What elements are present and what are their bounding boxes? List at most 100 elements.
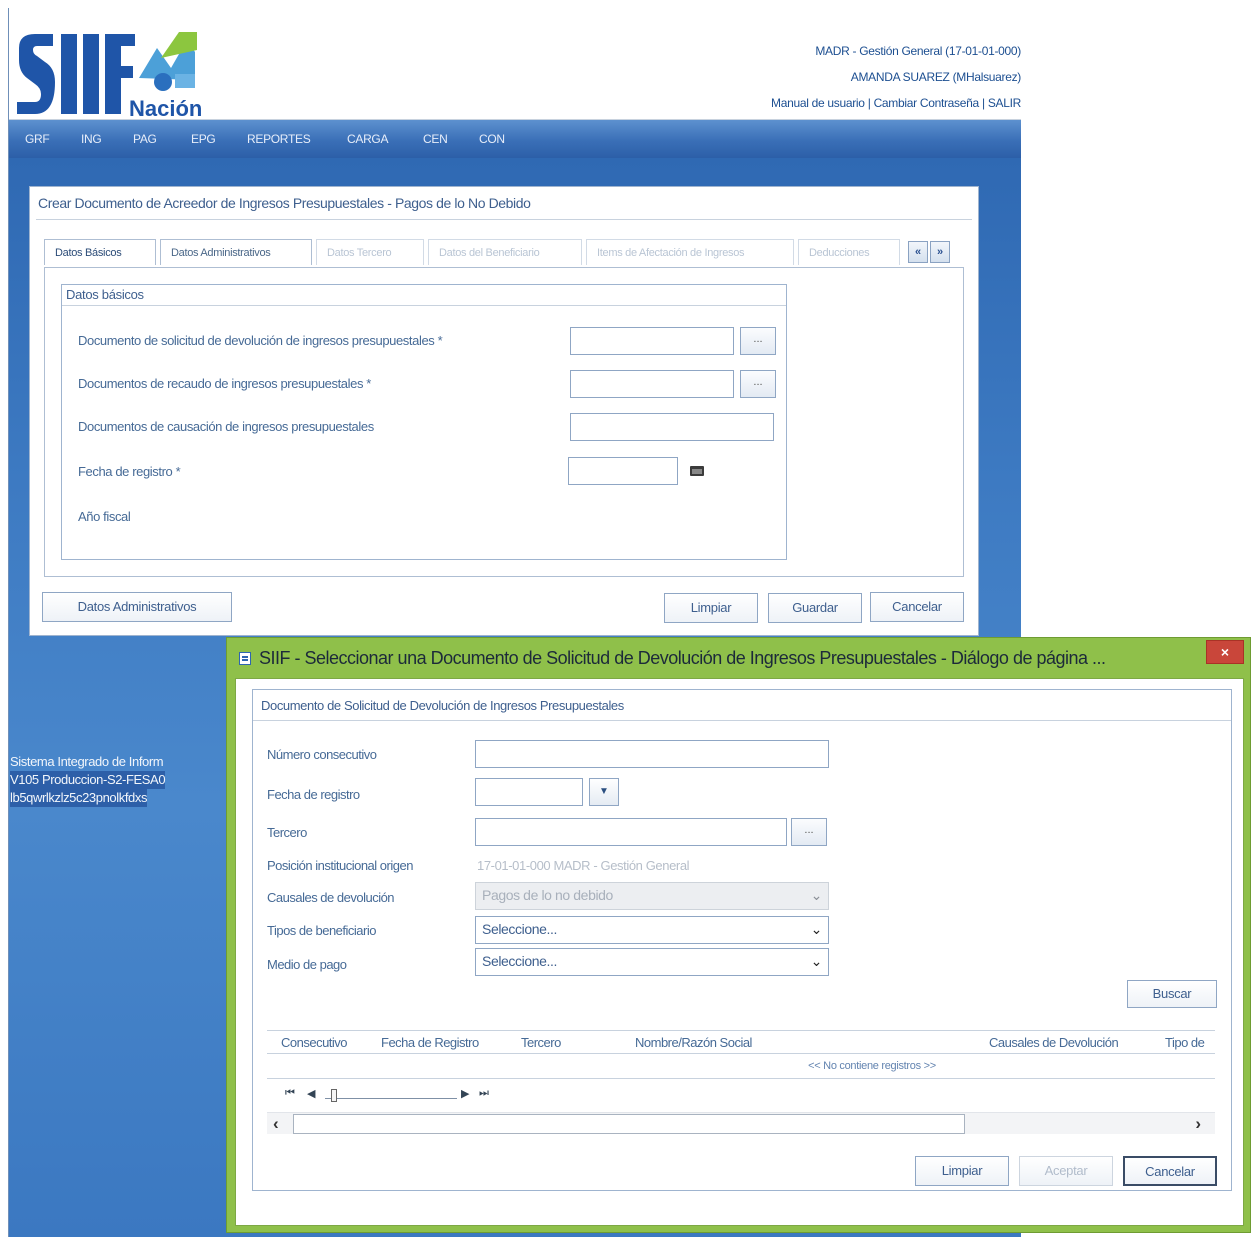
create-document-form: Crear Documento de Acreedor de Ingresos … bbox=[29, 186, 979, 636]
solicitud-input[interactable] bbox=[570, 327, 734, 355]
column-causales-devolucion[interactable]: Causales de Devolución bbox=[989, 1035, 1119, 1050]
results-grid: Consecutivo Fecha de Registro Tercero No… bbox=[267, 1030, 1215, 1140]
posicion-institucional-value: 17-01-01-000 MADR - Gestión General bbox=[477, 858, 690, 873]
tab-datos-basicos[interactable]: Datos Básicos bbox=[44, 239, 156, 265]
footer-system-name: Sistema Integrado de Inform bbox=[10, 754, 164, 769]
divider bbox=[36, 219, 972, 220]
datos-basicos-fieldset: Datos básicos Documento de solicitud de … bbox=[61, 284, 787, 560]
link-separator: | bbox=[867, 96, 871, 110]
cancelar-button[interactable]: Cancelar bbox=[1123, 1156, 1217, 1186]
next-page-icon[interactable]: ▶ bbox=[461, 1087, 469, 1100]
chevron-down-icon: ⌄ bbox=[810, 887, 823, 903]
column-fecha-registro[interactable]: Fecha de Registro bbox=[381, 1035, 479, 1050]
pager-slider-track bbox=[325, 1098, 457, 1099]
calendar-icon[interactable] bbox=[690, 466, 704, 476]
aceptar-button: Aceptar bbox=[1019, 1156, 1113, 1186]
numero-consecutivo-label: Número consecutivo bbox=[267, 747, 377, 762]
tipos-beneficiario-select[interactable]: Seleccione... ⌄ bbox=[475, 916, 829, 944]
change-password-link[interactable]: Cambiar Contraseña bbox=[874, 96, 980, 110]
limpiar-button[interactable]: Limpiar bbox=[664, 593, 758, 623]
causales-label: Causales de devolución bbox=[267, 890, 395, 905]
scroll-left-icon[interactable]: ‹ bbox=[273, 1114, 279, 1134]
user-label: AMANDA SUAREZ (MHalsuarez) bbox=[850, 70, 1022, 84]
horizontal-scrollbar[interactable]: ‹ › bbox=[267, 1112, 1215, 1134]
footer-version: V105 Produccion-S2-FESA0 bbox=[10, 771, 166, 789]
solicitud-lookup-button[interactable]: ... bbox=[740, 327, 776, 355]
recaudo-input[interactable] bbox=[570, 370, 734, 398]
tercero-input[interactable] bbox=[475, 818, 787, 846]
anio-fiscal-label: Año fiscal bbox=[78, 509, 131, 524]
grid-empty-message: << No contiene registros >> bbox=[808, 1060, 936, 1072]
menu-item-pag[interactable]: PAG bbox=[133, 132, 157, 146]
date-dropdown-button[interactable]: ▼ bbox=[589, 778, 619, 806]
search-panel: Documento de Solicitud de Devolución de … bbox=[252, 689, 1232, 1191]
prev-page-icon[interactable]: ◀ bbox=[307, 1087, 315, 1100]
causales-selected: Pagos de lo no debido bbox=[482, 887, 613, 903]
pager-slider-handle[interactable] bbox=[331, 1089, 337, 1102]
numero-consecutivo-input[interactable] bbox=[475, 740, 829, 768]
link-separator: | bbox=[981, 96, 985, 110]
tab-datos-administrativos[interactable]: Datos Administrativos bbox=[160, 239, 312, 265]
last-page-icon[interactable]: ⏭ bbox=[479, 1087, 489, 1100]
user-manual-link[interactable]: Manual de usuario bbox=[771, 96, 865, 110]
solicitud-label: Documento de solicitud de devolución de … bbox=[78, 333, 443, 348]
datos-administrativos-button[interactable]: Datos Administrativos bbox=[42, 592, 232, 622]
siif-logo: Nación bbox=[17, 32, 201, 121]
fecha-registro-label: Fecha de registro bbox=[267, 787, 360, 802]
grid-pager: ⏮ ◀ ▶ ⏭ bbox=[285, 1087, 505, 1103]
cancelar-button[interactable]: Cancelar bbox=[870, 592, 964, 622]
dialog-titlebar[interactable]: SIIF - Seleccionar una Documento de Soli… bbox=[227, 638, 1250, 676]
tercero-lookup-button[interactable]: ... bbox=[791, 818, 827, 846]
divider bbox=[62, 305, 786, 306]
main-menu-bar: GRF ING PAG EPG REPORTES CARGA CEN CON bbox=[9, 120, 1021, 158]
column-consecutivo[interactable]: Consecutivo bbox=[281, 1035, 348, 1050]
menu-item-ing[interactable]: ING bbox=[81, 132, 102, 146]
menu-item-reportes[interactable]: REPORTES bbox=[247, 132, 311, 146]
menu-item-grf[interactable]: GRF bbox=[25, 132, 50, 146]
select-document-dialog: SIIF - Seleccionar una Documento de Soli… bbox=[226, 637, 1251, 1233]
causacion-label: Documentos de causación de ingresos pres… bbox=[78, 419, 374, 434]
menu-item-cen[interactable]: CEN bbox=[423, 132, 448, 146]
menu-item-epg[interactable]: EPG bbox=[191, 132, 216, 146]
tab-content: Datos básicos Documento de solicitud de … bbox=[44, 267, 964, 577]
guardar-button[interactable]: Guardar bbox=[768, 593, 862, 623]
limpiar-button[interactable]: Limpiar bbox=[915, 1156, 1009, 1186]
exit-link[interactable]: SALIR bbox=[988, 96, 1021, 110]
fecha-registro-input[interactable] bbox=[475, 778, 583, 806]
header-user-info: MADR - Gestión General (17-01-01-000) AM… bbox=[771, 38, 1021, 116]
page-title: Crear Documento de Acreedor de Ingresos … bbox=[38, 195, 531, 211]
tab-scroll-right-button[interactable]: » bbox=[930, 241, 950, 263]
column-tercero[interactable]: Tercero bbox=[521, 1035, 561, 1050]
scrollbar-thumb[interactable] bbox=[293, 1114, 965, 1134]
tipos-beneficiario-label: Tipos de beneficiario bbox=[267, 923, 376, 938]
fecha-registro-input[interactable] bbox=[568, 457, 678, 485]
organization-label: MADR - Gestión General (17-01-01-000) bbox=[815, 44, 1021, 58]
first-page-icon[interactable]: ⏮ bbox=[285, 1087, 295, 1100]
divider bbox=[253, 720, 1231, 721]
medio-selected: Seleccione... bbox=[482, 953, 557, 969]
column-tipo[interactable]: Tipo de bbox=[1165, 1035, 1205, 1050]
header-links: Manual de usuario | Cambiar Contraseña |… bbox=[771, 90, 1021, 116]
menu-item-carga[interactable]: CARGA bbox=[347, 132, 388, 146]
scroll-right-icon[interactable]: › bbox=[1195, 1114, 1201, 1134]
chevron-down-icon: ⌄ bbox=[810, 921, 823, 937]
column-nombre-razon-social[interactable]: Nombre/Razón Social bbox=[635, 1035, 752, 1050]
causacion-input[interactable] bbox=[570, 413, 774, 441]
tab-scroll-left-button[interactable]: « bbox=[908, 241, 928, 263]
medio-pago-select[interactable]: Seleccione... ⌄ bbox=[475, 948, 829, 976]
fieldset-legend: Datos básicos bbox=[66, 287, 144, 302]
posicion-institucional-label: Posición institucional origen bbox=[267, 858, 413, 873]
dialog-title: SIIF - Seleccionar una Documento de Soli… bbox=[259, 648, 1106, 668]
menu-item-con[interactable]: CON bbox=[479, 132, 505, 146]
tab-datos-tercero: Datos Tercero bbox=[316, 239, 424, 265]
divider bbox=[267, 1078, 1215, 1079]
recaudo-lookup-button[interactable]: ... bbox=[740, 370, 776, 398]
buscar-button[interactable]: Buscar bbox=[1127, 980, 1217, 1008]
tab-deducciones: Deducciones bbox=[798, 239, 900, 265]
causales-select: Pagos de lo no debido ⌄ bbox=[475, 882, 829, 910]
logo-subtitle: Nación bbox=[129, 96, 201, 121]
close-button[interactable]: × bbox=[1206, 640, 1244, 664]
system-footer: Sistema Integrado de Inform V105 Producc… bbox=[10, 753, 230, 807]
medio-pago-label: Medio de pago bbox=[267, 957, 347, 972]
tercero-label: Tercero bbox=[267, 825, 307, 840]
